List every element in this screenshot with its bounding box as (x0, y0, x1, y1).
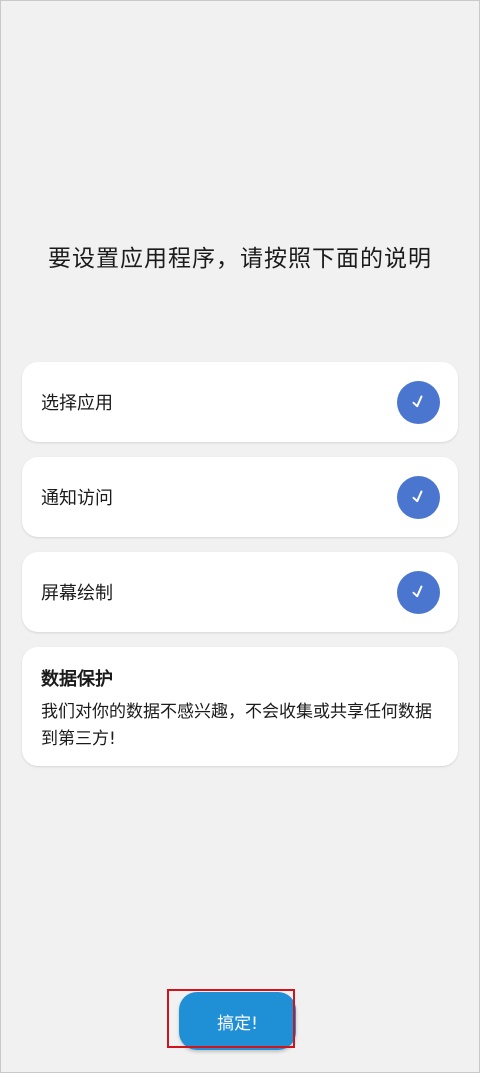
check-icon (397, 475, 440, 519)
step-card-screen-overlay[interactable]: 屏幕绘制 (22, 552, 458, 632)
check-icon (397, 380, 440, 424)
privacy-title: 数据保护 (41, 669, 113, 690)
step-card-select-app[interactable]: 选择应用 (22, 362, 458, 442)
step-card-notification-access[interactable]: 通知访问 (22, 457, 458, 537)
step-label-notification-access: 通知访问 (41, 488, 113, 509)
done-button[interactable]: 搞定! (179, 992, 296, 1050)
page-title: 要设置应用程序，请按照下面的说明 (48, 246, 432, 272)
privacy-card: 数据保护 我们对你的数据不感兴趣，不会收集或共享任何数据到第三方! (22, 647, 458, 766)
step-label-screen-overlay: 屏幕绘制 (41, 583, 113, 604)
step-label-select-app: 选择应用 (41, 393, 113, 414)
check-icon (397, 570, 440, 614)
privacy-text: 我们对你的数据不感兴趣，不会收集或共享任何数据到第三方! (41, 702, 432, 749)
